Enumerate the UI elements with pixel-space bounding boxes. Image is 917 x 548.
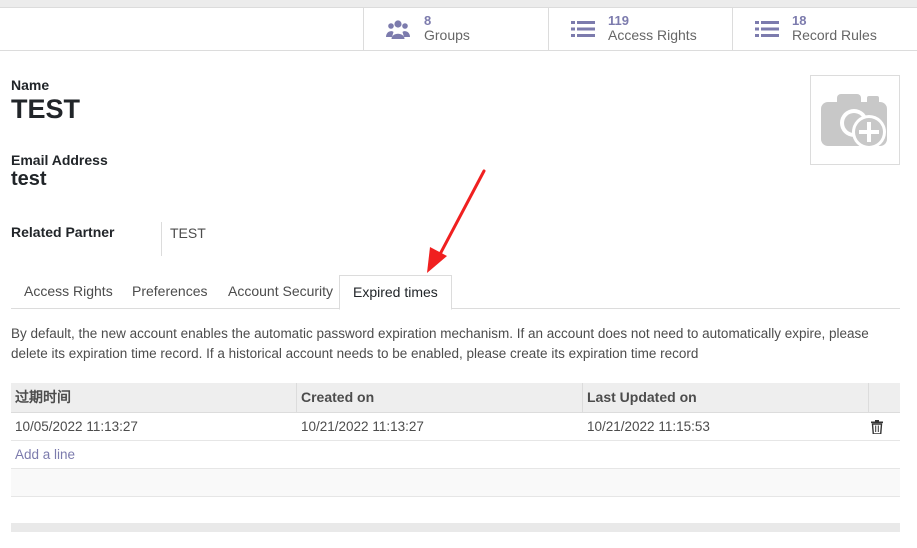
list-icon: [571, 21, 595, 37]
add-line-row: Add a line: [11, 441, 900, 469]
column-header-last-updated-on[interactable]: Last Updated on: [583, 383, 869, 413]
email-value[interactable]: test: [11, 168, 47, 191]
smart-button-bar: 8 Groups 119 Access Rights 18 Record Rul…: [0, 8, 917, 51]
name-label: Name: [11, 77, 50, 93]
email-label: Email Address: [11, 152, 108, 168]
access-rights-count: 119: [608, 13, 629, 28]
list-icon: [755, 21, 779, 37]
field-separator: [161, 222, 162, 256]
column-header-expired-time[interactable]: 过期时间: [11, 383, 297, 413]
column-header-created-on[interactable]: Created on: [297, 383, 583, 413]
tab-access-rights[interactable]: Access Rights: [11, 275, 126, 309]
add-line-link[interactable]: Add a line: [15, 441, 75, 469]
top-strip: [0, 0, 917, 8]
record-rules-stat-button[interactable]: 18 Record Rules: [732, 8, 917, 50]
cell-created-on: 10/21/2022 11:13:27: [301, 419, 424, 434]
trash-icon[interactable]: [871, 420, 883, 434]
groups-label: Groups: [424, 27, 470, 43]
avatar-upload[interactable]: [810, 75, 900, 165]
cell-last-updated-on: 10/21/2022 11:15:53: [587, 419, 710, 434]
access-rights-stat-button[interactable]: 119 Access Rights: [548, 8, 732, 50]
cell-expired-time: 10/05/2022 11:13:27: [15, 419, 138, 434]
expiration-description: By default, the new account enables the …: [11, 326, 869, 361]
tab-account-security[interactable]: Account Security: [215, 275, 346, 309]
tab-expired-times[interactable]: Expired times: [339, 275, 452, 310]
table-header: 过期时间 Created on Last Updated on: [11, 383, 900, 413]
camera-plus-icon: [821, 94, 887, 149]
table-footer-bar: [11, 523, 900, 532]
access-rights-label: Access Rights: [608, 27, 697, 43]
empty-row: [11, 469, 900, 497]
groups-count: 8: [424, 13, 432, 28]
name-value[interactable]: TEST: [11, 94, 80, 125]
record-rules-label: Record Rules: [792, 27, 877, 43]
related-partner-value[interactable]: TEST: [170, 225, 206, 241]
tab-preferences[interactable]: Preferences: [119, 275, 220, 309]
record-rules-count: 18: [792, 13, 807, 28]
related-partner-label: Related Partner: [11, 224, 115, 240]
users-icon: [386, 20, 410, 39]
table-row[interactable]: 10/05/2022 11:13:27 10/21/2022 11:13:27 …: [11, 413, 900, 441]
notebook-tabs: Access Rights Preferences Account Securi…: [11, 275, 900, 310]
groups-stat-button[interactable]: 8 Groups: [363, 8, 548, 50]
